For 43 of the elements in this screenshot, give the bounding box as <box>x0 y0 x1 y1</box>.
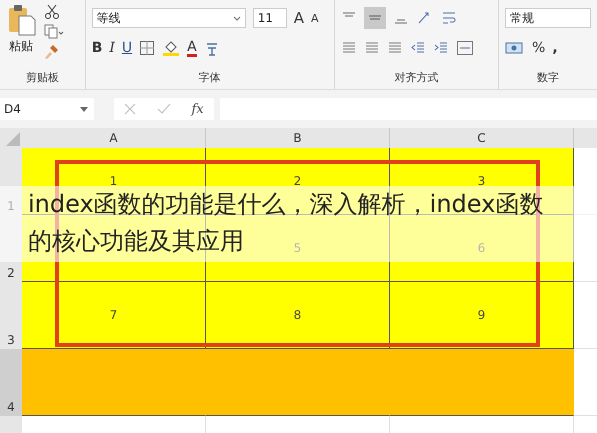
row-header[interactable]: 3 <box>0 282 22 349</box>
fill-color-icon[interactable] <box>162 39 180 57</box>
borders-icon[interactable] <box>139 40 156 56</box>
name-box[interactable]: D4 <box>0 98 94 120</box>
cut-icon[interactable] <box>44 4 60 20</box>
font-size-field[interactable]: 11 <box>252 8 287 28</box>
check-icon[interactable] <box>156 103 171 115</box>
caption-text: 的核心功能及其应用 <box>28 226 244 257</box>
percent-button[interactable]: % <box>532 40 546 56</box>
table-cell <box>574 282 597 349</box>
table-cell: 8 <box>206 282 390 349</box>
font-color-button[interactable]: A <box>187 40 197 56</box>
table-cell <box>574 349 597 416</box>
group-label: 对齐方式 <box>393 70 440 86</box>
italic-button[interactable]: I <box>109 40 115 56</box>
table-cell: 6 <box>390 215 574 282</box>
row-header[interactable]: 4 <box>0 349 22 416</box>
function-button[interactable]: fx <box>192 102 204 116</box>
shrink-font-button[interactable]: A <box>310 12 318 24</box>
grow-font-button[interactable]: A <box>294 9 304 27</box>
row-header[interactable]: 2 <box>0 215 22 282</box>
currency-icon[interactable] <box>505 40 525 56</box>
comma-button[interactable]: , <box>552 40 558 56</box>
copy-icon[interactable] <box>44 24 64 40</box>
align-middle-icon[interactable] <box>364 7 386 29</box>
group-label: 字体 <box>198 70 222 86</box>
paste-icon[interactable] <box>6 4 36 36</box>
table-cell: 9 <box>390 282 574 349</box>
dropdown-icon[interactable] <box>232 16 241 20</box>
format-painter-icon[interactable] <box>44 44 60 60</box>
font-name-field[interactable]: 等线 <box>92 8 246 28</box>
table-cell <box>574 416 597 433</box>
dropdown-icon[interactable] <box>80 106 88 112</box>
table-cell <box>574 215 597 282</box>
group-label: 数字 <box>536 70 560 86</box>
wrap-text-icon[interactable] <box>440 10 457 26</box>
number-format-field[interactable]: 常规 <box>505 8 591 28</box>
merge-icon[interactable] <box>456 40 474 56</box>
group-label: 剪贴板 <box>24 70 60 86</box>
bold-button[interactable]: B <box>92 40 102 56</box>
underline-button[interactable]: U <box>122 40 132 56</box>
paste-button[interactable]: 粘贴 <box>9 38 33 55</box>
table-cell: 7 <box>22 282 206 349</box>
